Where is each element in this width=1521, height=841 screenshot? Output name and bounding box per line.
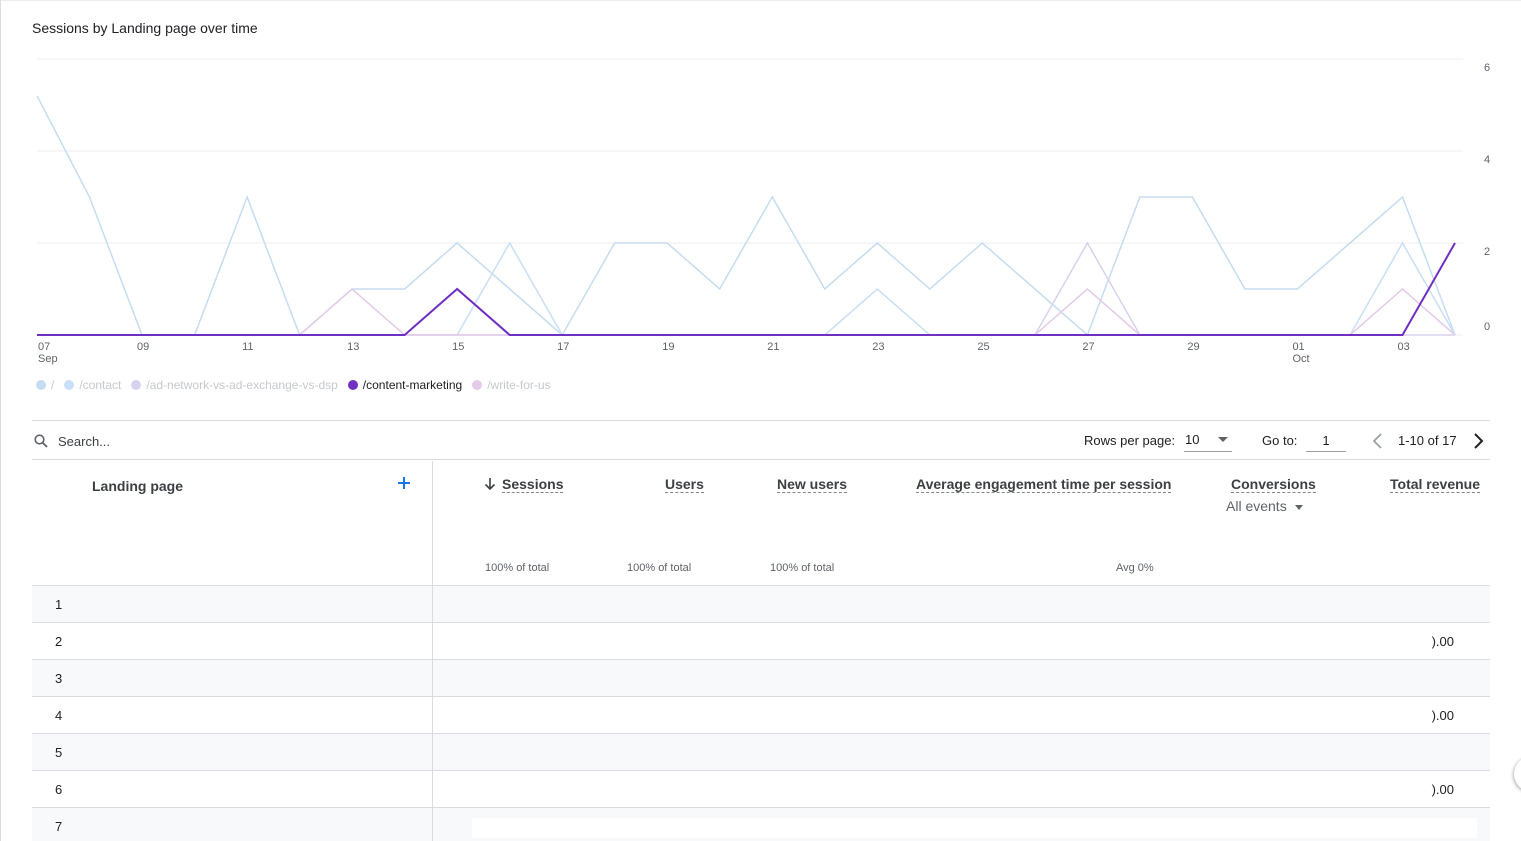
legend-label: /ad-network-vs-ad-exchange-vs-dsp bbox=[146, 378, 338, 392]
dimension-header[interactable]: Landing page bbox=[92, 478, 183, 494]
avg-engagement-total: Avg 0% bbox=[1116, 562, 1154, 574]
table-row[interactable]: 5 bbox=[32, 734, 1490, 771]
table-row[interactable]: 3 bbox=[32, 660, 1490, 697]
x-tick-label: 09 bbox=[137, 341, 149, 353]
row-number: 6 bbox=[55, 782, 63, 797]
chevron-left-icon[interactable] bbox=[1370, 432, 1386, 450]
x-tick-label: 11 bbox=[242, 341, 253, 353]
sort-descending-icon[interactable] bbox=[484, 477, 496, 491]
dimension-column-divider bbox=[432, 461, 433, 841]
row-number: 2 bbox=[55, 634, 63, 649]
legend-label: /content-marketing bbox=[362, 378, 463, 392]
sessions-total: 100% of total bbox=[485, 562, 550, 574]
legend-label: / bbox=[51, 378, 55, 392]
row-revenue-value: ).00 bbox=[1431, 708, 1454, 723]
row-loading-placeholder bbox=[472, 818, 1477, 838]
legend-item[interactable]: /ad-network-vs-ad-exchange-vs-dsp bbox=[131, 378, 338, 392]
y-tick-label: 0 bbox=[1484, 321, 1490, 333]
top-rule bbox=[0, 0, 1521, 1]
goto-page-input[interactable] bbox=[1306, 430, 1346, 452]
series-line-content-marketing[interactable] bbox=[37, 242, 1456, 336]
avg-engagement-header[interactable]: Average engagement time per session bbox=[916, 476, 1172, 493]
legend-item[interactable]: /content-marketing bbox=[347, 378, 463, 392]
x-tick-label: 27 bbox=[1082, 341, 1094, 353]
table-row[interactable]: 4 ).00 bbox=[32, 697, 1490, 734]
series-line-write-for-us[interactable] bbox=[37, 288, 1456, 336]
y-tick-label: 4 bbox=[1484, 154, 1490, 166]
chart-series bbox=[36, 95, 1456, 337]
table-row[interactable]: 6 ).00 bbox=[32, 771, 1490, 808]
legend-item[interactable]: / bbox=[36, 378, 54, 392]
legend-dot-icon bbox=[131, 380, 142, 390]
rows-per-page-label: Rows per page: bbox=[1084, 433, 1176, 448]
x-tick-label: 29 bbox=[1187, 341, 1199, 353]
table-row[interactable]: 1 bbox=[32, 586, 1490, 623]
search-icon bbox=[34, 434, 48, 448]
search-input[interactable] bbox=[58, 431, 358, 451]
row-number: 3 bbox=[55, 671, 63, 686]
new-users-header[interactable]: New users bbox=[777, 476, 848, 493]
conversions-event-select[interactable]: All events bbox=[1226, 498, 1303, 514]
y-axis-ticks: 0 2 4 6 bbox=[1484, 62, 1490, 333]
table-header: Landing page Sessions Users New users Av… bbox=[32, 461, 1490, 586]
legend-item[interactable]: /contact bbox=[64, 378, 121, 392]
legend-dot-icon bbox=[472, 380, 483, 390]
x-tick-label: 03 bbox=[1397, 341, 1409, 353]
users-total: 100% of total bbox=[627, 562, 692, 574]
row-number: 5 bbox=[55, 745, 63, 760]
series-line-root[interactable] bbox=[36, 95, 1456, 337]
chart-legend: / /contact/ad-network-vs-ad-exchange-vs-d… bbox=[36, 378, 551, 392]
x-axis-ticks: 07Sep 09 11 13 15 17 19 21 23 25 27 29 01Oct 03 bbox=[38, 341, 1410, 365]
new-users-total: 100% of total bbox=[770, 562, 835, 574]
legend-dot-icon bbox=[36, 380, 46, 390]
y-tick-label: 2 bbox=[1484, 246, 1490, 258]
rows-per-page-select[interactable]: 10 bbox=[1184, 430, 1232, 452]
y-tick-label: 6 bbox=[1484, 62, 1490, 74]
sessions-line-chart: 0 2 4 6 07Sep 09 11 13 15 17 19 21 23 25 27 29 01Oct 03 bbox=[36, 58, 1490, 365]
goto-label: Go to: bbox=[1262, 433, 1298, 448]
row-number: 1 bbox=[55, 597, 63, 612]
total-revenue-header[interactable]: Total revenue bbox=[1390, 476, 1480, 493]
chart-title: Sessions by Landing page over time bbox=[32, 20, 258, 36]
x-tick-label: 15 bbox=[452, 341, 464, 353]
legend-dot-icon bbox=[64, 380, 75, 390]
table-row[interactable]: 7 bbox=[32, 808, 1490, 841]
x-tick-label: 07 bbox=[38, 341, 50, 353]
x-tick-month-label: Oct bbox=[1292, 353, 1309, 365]
row-number: 7 bbox=[55, 819, 63, 834]
page-range: 1-10 of 17 bbox=[1398, 433, 1457, 448]
x-tick-label: 13 bbox=[347, 341, 359, 353]
add-dimension-icon[interactable] bbox=[396, 475, 412, 491]
caret-down-icon bbox=[1218, 437, 1228, 442]
x-tick-label: 23 bbox=[872, 341, 884, 353]
caret-down-icon bbox=[1294, 504, 1303, 510]
series-line-contact[interactable] bbox=[37, 241, 1456, 336]
users-header[interactable]: Users bbox=[665, 476, 704, 493]
x-tick-label: 19 bbox=[662, 341, 674, 353]
row-revenue-value: ).00 bbox=[1431, 782, 1454, 797]
conversions-event-value: All events bbox=[1226, 498, 1287, 514]
legend-label: /contact bbox=[79, 378, 122, 392]
legend-item[interactable]: /write-for-us bbox=[472, 378, 551, 392]
chart-gridlines bbox=[37, 58, 1463, 336]
sessions-header[interactable]: Sessions bbox=[502, 476, 564, 493]
table-toolbar: Rows per page: 10 Go to: 1-10 of 17 bbox=[32, 420, 1490, 460]
chevron-right-icon[interactable] bbox=[1470, 432, 1486, 450]
x-tick-label: 21 bbox=[767, 341, 779, 353]
side-panel-tab[interactable] bbox=[1514, 756, 1521, 792]
series-line-ad-network-vs-ad-exchange-vs-dsp[interactable] bbox=[37, 241, 1455, 336]
row-number: 4 bbox=[55, 708, 63, 723]
table-row[interactable]: 2 ).00 bbox=[32, 623, 1490, 660]
row-revenue-value: ).00 bbox=[1431, 634, 1454, 649]
conversions-header[interactable]: Conversions bbox=[1231, 476, 1316, 493]
legend-dot-icon bbox=[347, 380, 358, 390]
x-tick-label: 17 bbox=[557, 341, 569, 353]
x-tick-label: 25 bbox=[977, 341, 989, 353]
x-tick-month-label: Sep bbox=[38, 353, 58, 365]
legend-label: /write-for-us bbox=[487, 378, 551, 392]
x-tick-label: 01 bbox=[1292, 341, 1304, 353]
rows-per-page-value: 10 bbox=[1185, 432, 1200, 447]
